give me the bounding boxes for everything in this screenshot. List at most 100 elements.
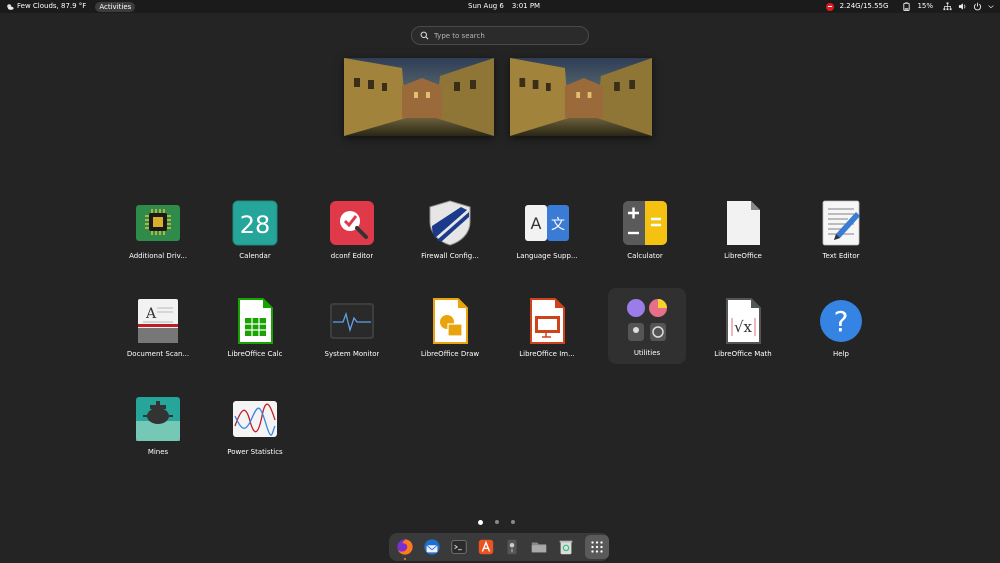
app-label: Document Scan...	[126, 350, 190, 358]
utilities-folder-icon	[627, 299, 667, 341]
thunderbird-icon	[424, 539, 440, 555]
dock-disk[interactable]	[501, 535, 525, 559]
battery-percent: 15%	[917, 2, 933, 10]
app-label: LibreOffice Calc	[227, 350, 283, 358]
network-icon[interactable]	[943, 2, 952, 11]
draw-icon	[433, 298, 468, 344]
dock-firefox[interactable]	[393, 535, 417, 560]
shield-icon	[429, 200, 471, 246]
app-label: Calendar	[239, 252, 271, 260]
svg-text:文: 文	[551, 217, 565, 233]
activities-button[interactable]: Activities	[95, 1, 136, 12]
app-firewall-config[interactable]: Firewall Config...	[411, 191, 489, 267]
libreoffice-icon	[727, 201, 760, 245]
scanner-icon: A	[138, 299, 178, 343]
app-calendar[interactable]: 28 Calendar	[216, 191, 294, 267]
app-folder-utilities[interactable]: Utilities	[608, 288, 686, 364]
app-text-editor[interactable]: Text Editor	[802, 191, 880, 267]
app-label: Power Statistics	[227, 448, 283, 456]
chip-icon	[136, 205, 180, 241]
top-bar: Few Clouds, 87.9 °F Activities Sun Aug 6…	[0, 0, 1000, 13]
app-libreoffice-impress[interactable]: LibreOffice Im...	[508, 289, 586, 365]
firefox-icon	[397, 539, 413, 555]
app-label: Additional Driv...	[129, 252, 187, 260]
power-icon[interactable]	[973, 2, 982, 11]
app-label: dconf Editor	[330, 252, 374, 260]
running-indicator	[404, 558, 406, 560]
dock-trash[interactable]	[554, 535, 578, 559]
memory-indicator[interactable]: 2.24G/15.55G	[840, 0, 889, 13]
dock	[389, 533, 609, 561]
dock-thunderbird[interactable]	[420, 535, 444, 559]
terminal-icon	[451, 540, 467, 554]
help-icon: ?	[820, 300, 862, 342]
workspace-2-thumbnail[interactable]	[510, 58, 652, 136]
svg-text:√x: √x	[734, 318, 753, 336]
text-editor-icon	[822, 200, 860, 246]
wallpaper-image	[510, 58, 652, 136]
do-not-disturb-icon[interactable]	[825, 2, 834, 11]
app-label: Text Editor	[822, 252, 860, 260]
svg-text:A: A	[531, 214, 542, 233]
monitor-icon	[330, 303, 374, 339]
app-libreoffice[interactable]: LibreOffice	[704, 191, 782, 267]
app-label: Utilities	[633, 349, 661, 357]
search-icon	[420, 31, 429, 40]
app-help[interactable]: ? Help	[802, 289, 880, 365]
clock[interactable]: Sun Aug 6 3:01 PM	[468, 0, 540, 13]
dock-terminal[interactable]	[447, 535, 471, 559]
wallpaper-image	[344, 58, 494, 136]
app-language-support[interactable]: A 文 Language Supp...	[508, 191, 586, 267]
dconf-icon	[330, 201, 374, 245]
app-additional-drivers[interactable]: Additional Driv...	[119, 191, 197, 267]
app-libreoffice-math[interactable]: √x LibreOffice Math	[704, 289, 782, 365]
app-calculator[interactable]: Calculator	[606, 191, 684, 267]
app-label: Mines	[147, 448, 169, 456]
app-label: System Monitor	[324, 350, 380, 358]
search-input[interactable]	[434, 31, 574, 40]
chevron-down-icon[interactable]	[988, 2, 994, 11]
math-icon: √x	[726, 298, 761, 344]
power-statistics-icon	[233, 401, 277, 437]
app-label: LibreOffice	[724, 252, 762, 260]
app-label: Help	[833, 350, 849, 358]
page-dot-2[interactable]	[495, 520, 499, 524]
show-apps-button[interactable]	[585, 535, 609, 559]
page-dot-1[interactable]	[478, 519, 483, 525]
page-dot-3[interactable]	[511, 520, 515, 524]
app-power-statistics[interactable]: Power Statistics	[216, 387, 294, 463]
presentation-icon	[530, 298, 565, 344]
mine-icon	[136, 397, 180, 441]
disk-icon	[507, 539, 517, 555]
calendar-day: 28	[240, 211, 271, 239]
svg-text:?: ?	[834, 305, 849, 338]
workspace-1-thumbnail[interactable]	[344, 58, 494, 136]
app-label: Firewall Config...	[421, 252, 479, 260]
volume-icon[interactable]	[958, 2, 967, 11]
show-apps-icon	[591, 541, 603, 553]
clock-date: Sun Aug 6	[468, 2, 504, 10]
app-system-monitor[interactable]: System Monitor	[313, 289, 391, 365]
app-document-scanner[interactable]: A Document Scan...	[119, 289, 197, 365]
app-mines[interactable]: Mines	[119, 387, 197, 463]
spreadsheet-icon	[238, 298, 273, 344]
battery-icon[interactable]	[902, 2, 911, 11]
app-label: LibreOffice Draw	[420, 350, 480, 358]
files-icon	[532, 542, 547, 553]
page-indicator	[478, 519, 515, 525]
dock-files[interactable]	[527, 535, 551, 559]
app-label: Calculator	[627, 252, 663, 260]
search-bar[interactable]	[411, 26, 589, 45]
app-label: LibreOffice Math	[714, 350, 772, 358]
app-libreoffice-draw[interactable]: LibreOffice Draw	[411, 289, 489, 365]
dock-app-center[interactable]	[474, 535, 498, 559]
app-label: LibreOffice Im...	[519, 350, 575, 358]
calculator-icon	[623, 201, 667, 245]
app-label: Language Supp...	[516, 252, 578, 260]
app-libreoffice-calc[interactable]: LibreOffice Calc	[216, 289, 294, 365]
svg-text:A: A	[145, 306, 157, 322]
calendar-icon: 28	[232, 200, 278, 246]
clock-time: 3:01 PM	[511, 2, 541, 10]
weather-widget[interactable]: Few Clouds, 87.9 °F	[6, 0, 86, 13]
app-dconf-editor[interactable]: dconf Editor	[313, 191, 391, 267]
